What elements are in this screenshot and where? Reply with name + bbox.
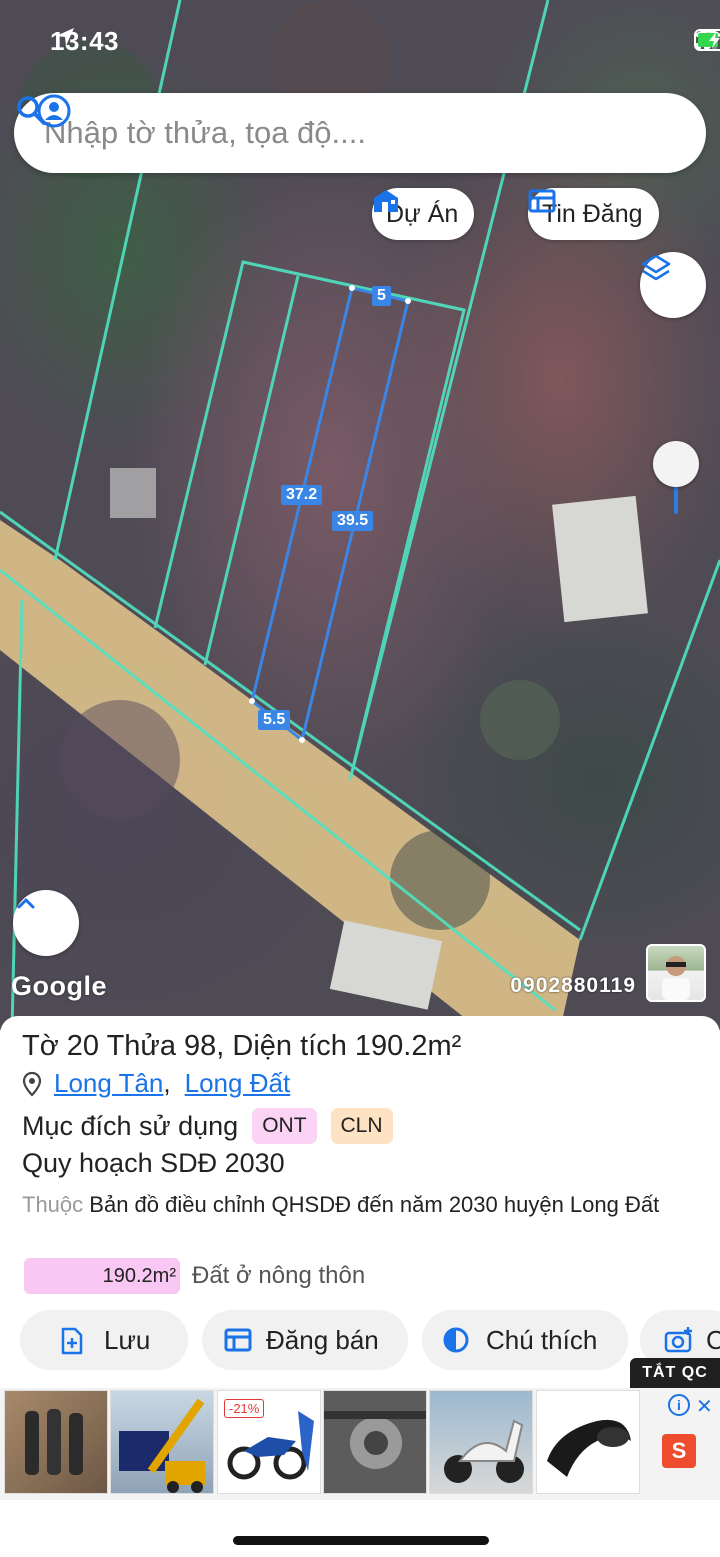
area-type: Đất ở nông thôn bbox=[192, 1262, 366, 1289]
ward-link[interactable]: Long Tân bbox=[54, 1068, 163, 1099]
legend-label: Chú thích bbox=[486, 1324, 598, 1355]
ad-item[interactable] bbox=[4, 1390, 108, 1494]
close-ads-button[interactable]: TẮT QC bbox=[630, 1358, 720, 1388]
land-use-label: Mục đích sử dụng bbox=[22, 1110, 239, 1141]
search-icon[interactable] bbox=[14, 93, 48, 127]
table-icon bbox=[528, 189, 556, 213]
house-icon bbox=[374, 190, 398, 212]
area-bar: 190.2m² bbox=[24, 1258, 180, 1294]
ad-item[interactable] bbox=[323, 1390, 427, 1494]
building bbox=[552, 495, 648, 623]
search-bar[interactable]: Nhập tờ thửa, tọa độ.... bbox=[14, 93, 706, 173]
calendar-icon bbox=[224, 1328, 252, 1352]
plan-desc-text: Bản đồ điều chỉnh QHSDĐ đến năm 2030 huy… bbox=[89, 1192, 660, 1217]
pin-icon bbox=[22, 1071, 42, 1097]
plan-description: Thuộc Bản đồ điều chỉnh QHSDĐ đến năm 20… bbox=[22, 1188, 682, 1222]
location-arrow-icon bbox=[56, 28, 74, 46]
dimension-label-top: 5 bbox=[372, 286, 391, 306]
status-time: 13:43 bbox=[50, 26, 119, 56]
battery-icon bbox=[694, 29, 720, 51]
dimension-label-bottom: 5.5 bbox=[258, 710, 291, 730]
chevron-up-icon bbox=[17, 898, 35, 909]
dimension-label-right: 39.5 bbox=[332, 511, 374, 531]
plan-prefix: Thuộc bbox=[22, 1192, 84, 1217]
shopee-icon[interactable]: S bbox=[662, 1434, 696, 1468]
ad-discount-badge: -21% bbox=[224, 1399, 265, 1418]
save-button[interactable]: Lưu bbox=[20, 1310, 188, 1370]
legend-button[interactable]: Chú thích bbox=[422, 1310, 628, 1370]
plan-title: Quy hoạch SDĐ 2030 bbox=[22, 1148, 285, 1178]
post-sale-button[interactable]: Đăng bán bbox=[202, 1310, 408, 1370]
save-button-label: Lưu bbox=[104, 1324, 151, 1355]
satellite-map[interactable]: 5 37.2 39.5 5.5 13:43 Nhập tờ thửa, tọa … bbox=[0, 0, 720, 1030]
parcel-info-sheet: Tờ 20 Thửa 98, Diện tích 190.2m² Long Tâ… bbox=[0, 1016, 720, 1557]
building bbox=[110, 468, 156, 518]
ad-item[interactable]: -21% bbox=[217, 1390, 321, 1494]
agent-avatar[interactable] bbox=[646, 944, 706, 1002]
camera-icon bbox=[664, 1327, 692, 1353]
location-separator: , bbox=[163, 1068, 171, 1098]
parcel-vertices bbox=[249, 285, 411, 743]
land-use-badge-cln[interactable]: CLN bbox=[330, 1108, 393, 1144]
ad-banner[interactable]: -21% i ✕ S bbox=[0, 1388, 720, 1500]
layers-button[interactable] bbox=[640, 252, 706, 318]
dimension-label-left: 37.2 bbox=[281, 485, 323, 505]
area-row: 190.2m² Đất ở nông thôn bbox=[24, 1258, 365, 1294]
selected-parcel bbox=[250, 286, 410, 742]
ad-item[interactable] bbox=[110, 1390, 214, 1494]
add-doc-icon bbox=[61, 1327, 83, 1355]
ad-info-icon[interactable]: i bbox=[668, 1394, 690, 1416]
post-sale-label: Đăng bán bbox=[266, 1324, 379, 1355]
land-use-badge-ont[interactable]: ONT bbox=[252, 1108, 317, 1144]
contact-phone[interactable]: 0902880119 bbox=[510, 974, 636, 998]
ad-item[interactable] bbox=[536, 1390, 640, 1494]
opacity-slider-knob[interactable] bbox=[653, 441, 699, 487]
ad-close-icon[interactable]: ✕ bbox=[696, 1394, 713, 1419]
projects-chip[interactable]: Dự Án bbox=[372, 188, 475, 240]
home-indicator[interactable] bbox=[233, 1536, 489, 1545]
parcel-title: Tờ 20 Thửa 98, Diện tích 190.2m² bbox=[22, 1030, 462, 1062]
district-link[interactable]: Long Đất bbox=[185, 1068, 291, 1099]
google-logo: Google bbox=[11, 971, 107, 1001]
expand-sheet-button[interactable] bbox=[13, 890, 79, 956]
listings-chip[interactable]: Tin Đăng bbox=[528, 188, 659, 240]
layers-icon bbox=[641, 254, 671, 281]
listings-chip-label: Tin Đăng bbox=[542, 199, 643, 228]
ad-item[interactable] bbox=[429, 1390, 533, 1494]
camera-label: C bbox=[706, 1324, 720, 1355]
search-input[interactable]: Nhập tờ thửa, tọa độ.... bbox=[44, 115, 706, 151]
land-use-row: Mục đích sử dụng ONT CLN bbox=[22, 1108, 393, 1144]
contrast-icon bbox=[443, 1327, 469, 1353]
location-row: Long Tân , Long Đất bbox=[22, 1068, 290, 1099]
